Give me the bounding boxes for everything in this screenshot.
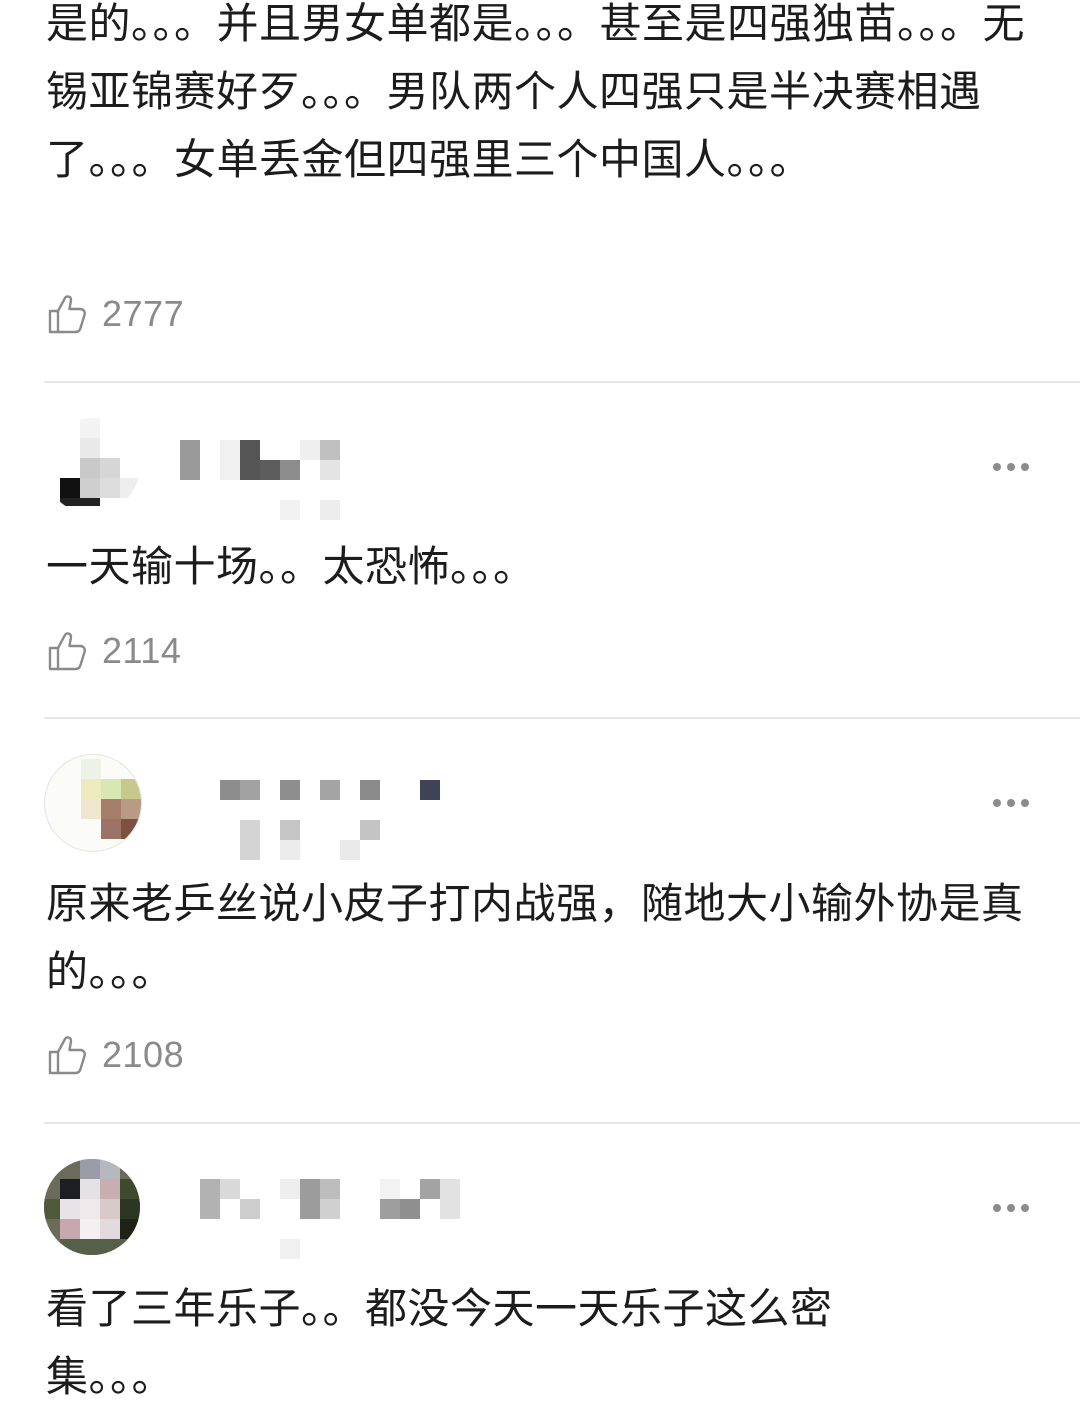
comment-header bbox=[0, 754, 1080, 864]
comment-text: 看了三年乐子。。都没今天一天乐子这么密集。。。 bbox=[46, 1284, 833, 1401]
like-button[interactable]: 2114 bbox=[46, 627, 181, 675]
avatar[interactable] bbox=[44, 418, 140, 514]
more-dots-icon[interactable] bbox=[990, 1197, 1040, 1217]
like-count: 2108 bbox=[102, 1034, 185, 1075]
like-count: 2777 bbox=[102, 293, 185, 334]
thumbs-up-icon bbox=[48, 1036, 86, 1075]
thumbs-up-icon bbox=[48, 295, 86, 334]
username-pixelated[interactable] bbox=[180, 418, 480, 528]
like-button[interactable]: 2777 bbox=[46, 290, 184, 338]
comment-text: 一天输十场。。太恐怖。。。 bbox=[46, 542, 536, 591]
like-count: 2114 bbox=[102, 630, 182, 671]
avatar[interactable] bbox=[44, 1159, 140, 1255]
comment-header bbox=[0, 418, 1080, 528]
comment-header bbox=[0, 1159, 1080, 1269]
comment-text: 原来老乒丝说小皮子打内战强，随地大小输外协是真的。。。 bbox=[46, 879, 1024, 996]
more-dots-icon[interactable] bbox=[990, 456, 1040, 476]
comment-text: 是的。。。并且男女单都是。。。甚至是四强独苗。。。无锡亚锦赛好歹。。。男队两个人… bbox=[46, 0, 1026, 184]
comment-feed: 是的。。。并且男女单都是。。。甚至是四强独苗。。。无锡亚锦赛好歹。。。男队两个人… bbox=[0, 0, 1080, 1414]
avatar[interactable] bbox=[44, 754, 142, 852]
divider bbox=[44, 1122, 1080, 1124]
more-dots-icon[interactable] bbox=[990, 792, 1040, 812]
like-button[interactable]: 2108 bbox=[46, 1031, 184, 1079]
thumbs-up-icon bbox=[48, 632, 86, 671]
divider bbox=[44, 717, 1080, 719]
username-pixelated[interactable] bbox=[200, 1159, 500, 1269]
divider bbox=[44, 381, 1080, 383]
username-pixelated[interactable] bbox=[220, 754, 520, 864]
